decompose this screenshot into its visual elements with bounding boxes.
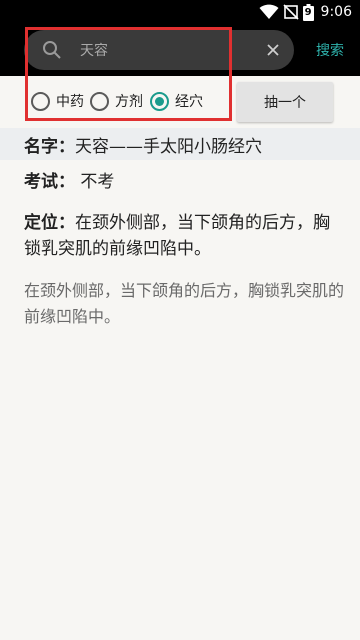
radio-circle[interactable] (90, 91, 109, 111)
radio-label: 中药 (56, 94, 84, 110)
search-input[interactable] (80, 35, 260, 65)
radio-circle-checked[interactable] (150, 91, 169, 111)
description-text: 在颈外侧部，当下颌角的后方，胸锁乳突肌的前缘凹陷中。 (24, 281, 345, 326)
name-label: 名字： (24, 136, 75, 157)
exam-value: 不考 (80, 172, 115, 192)
search-button[interactable]: 搜索 (300, 24, 360, 76)
radio-option-formula[interactable]: 方剂 (90, 90, 143, 112)
search-box[interactable] (24, 30, 294, 70)
wifi-icon (259, 4, 279, 19)
status-icons: 9 9:06 (259, 3, 352, 21)
clear-icon[interactable] (264, 41, 282, 59)
name-row: 名字： 天容——手太阳小肠经穴 (0, 128, 360, 160)
name-value: 天容——手太阳小肠经穴 (75, 136, 262, 157)
battery-icon: 9 (302, 3, 314, 21)
radio-option-herb[interactable]: 中药 (31, 90, 84, 112)
radio-option-acupoint[interactable]: 经穴 (150, 90, 203, 112)
exam-row: 考试： 不考 (24, 169, 344, 195)
notification-off-icon (282, 4, 299, 20)
status-bar: 9 9:06 (0, 0, 360, 24)
status-time: 9:06 (320, 4, 352, 20)
search-icon (43, 41, 61, 59)
location-label: 定位： (24, 213, 75, 233)
radio-label: 经穴 (175, 94, 203, 110)
radio-label: 方剂 (115, 94, 143, 110)
random-pick-button[interactable]: 抽一个 (237, 82, 333, 122)
radio-circle[interactable] (31, 91, 50, 111)
app-bar: 搜索 (0, 24, 360, 76)
location-row: 定位：在颈外侧部，当下颌角的后方，胸锁乳突肌的前缘凹陷中。 (24, 210, 344, 262)
battery-level: 9 (304, 6, 312, 18)
exam-label: 考试： (24, 172, 75, 192)
